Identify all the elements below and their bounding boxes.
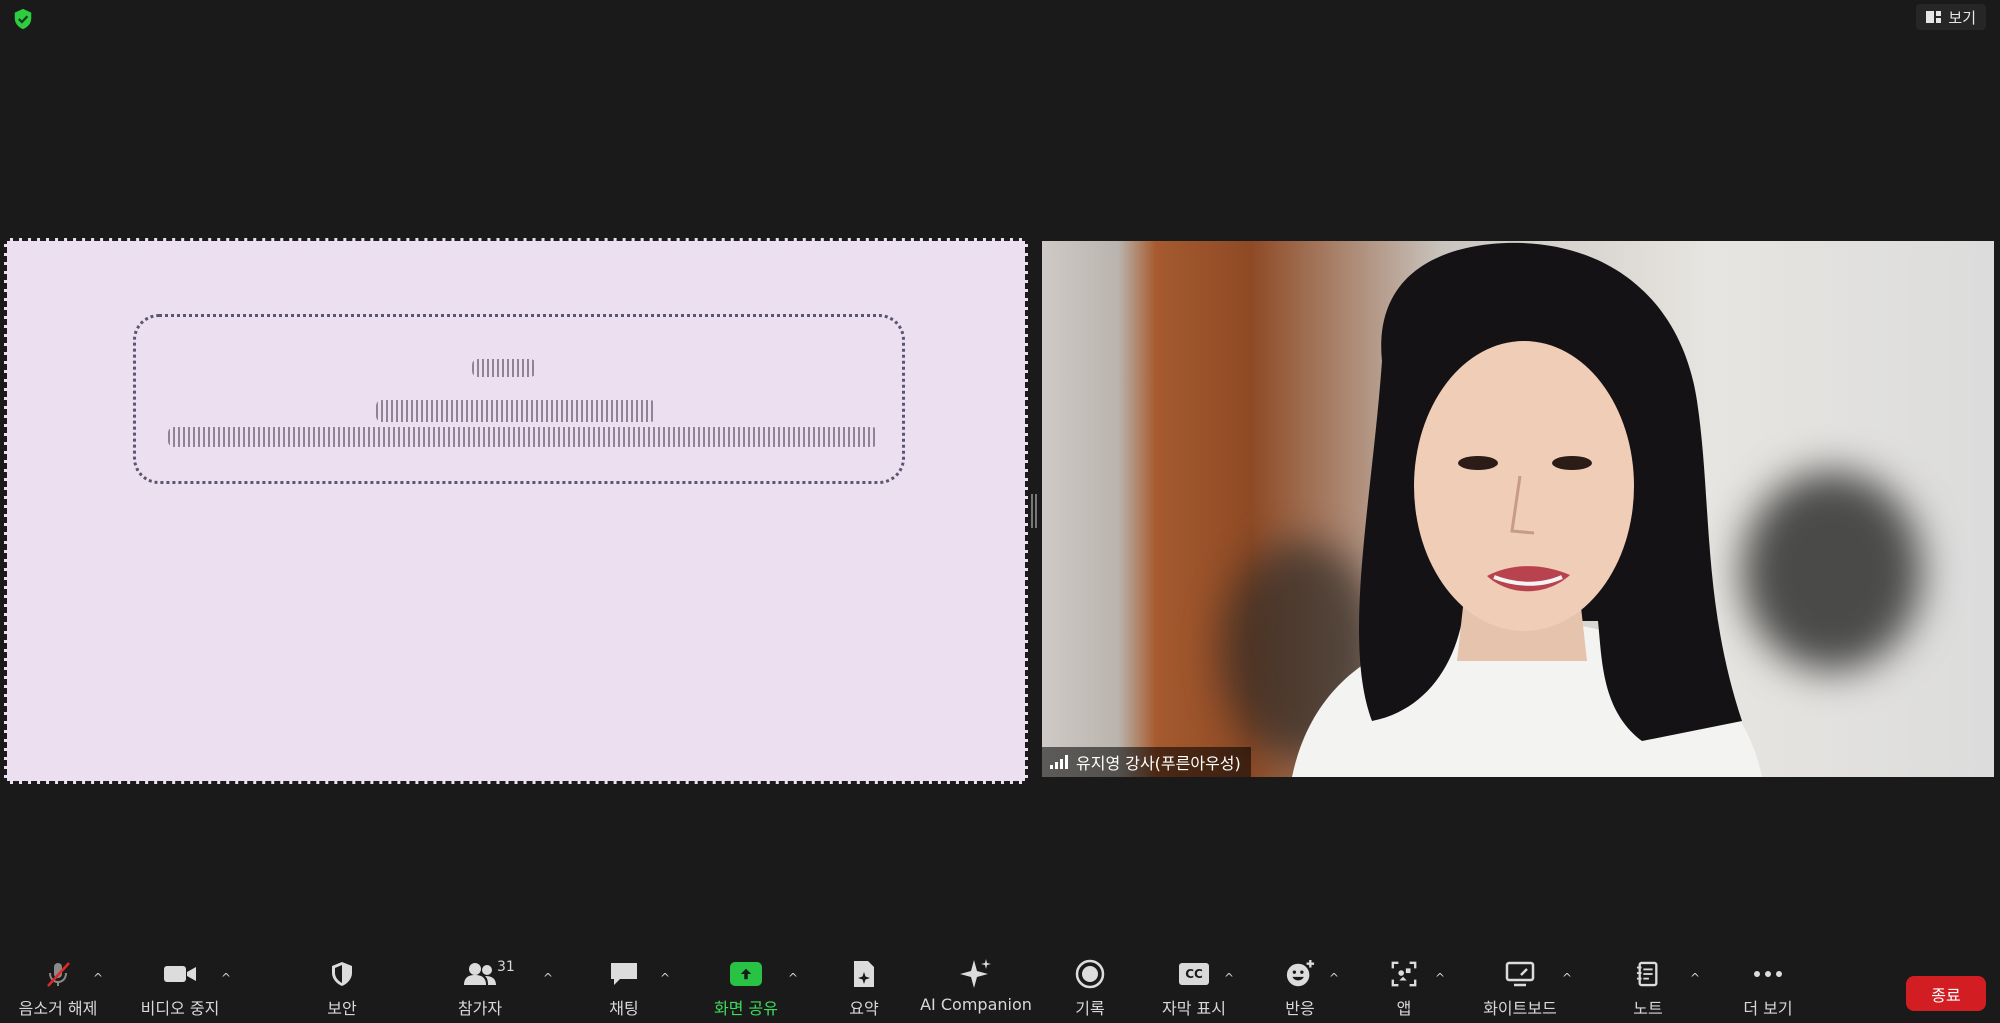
participants-options-caret[interactable]: ^ <box>541 971 555 985</box>
stop-video-button[interactable]: 비디오 중지 <box>132 955 228 1023</box>
shared-content-blur <box>472 359 536 377</box>
ai-companion-label: AI Companion <box>920 995 1032 1014</box>
video-options-caret[interactable]: ^ <box>219 971 233 985</box>
participants-label: 참가자 <box>457 999 503 1018</box>
view-label: 보기 <box>1948 8 1976 27</box>
participants-icon <box>464 963 496 985</box>
chat-label: 채팅 <box>609 999 639 1018</box>
chat-bubble-icon <box>611 963 637 985</box>
stop-video-label: 비디오 중지 <box>140 999 220 1018</box>
whiteboard-label: 화이트보드 <box>1483 999 1557 1018</box>
share-options-caret[interactable]: ^ <box>786 971 800 985</box>
summary-label: 요약 <box>849 999 879 1018</box>
video-camera-icon <box>164 966 196 982</box>
shared-content-blur <box>376 400 656 422</box>
share-screen-icon <box>730 962 762 986</box>
tile-splitter-handle[interactable] <box>1031 494 1037 528</box>
audio-options-caret[interactable]: ^ <box>91 971 105 985</box>
show-captions-button[interactable]: CC 자막 표시 <box>1156 955 1232 1023</box>
security-label: 보안 <box>327 999 357 1018</box>
participants-button[interactable]: 31 참가자 <box>448 955 515 1023</box>
apps-label: 앱 <box>1396 999 1412 1018</box>
security-button[interactable]: 보안 <box>312 955 372 1023</box>
participant-video-icon <box>1292 242 1762 777</box>
ai-sparkle-icon <box>960 959 991 988</box>
notes-label: 노트 <box>1633 999 1663 1018</box>
view-layout-icon <box>1926 11 1942 23</box>
summary-button[interactable]: 요약 <box>840 955 888 1023</box>
reactions-button[interactable]: 반응 <box>1278 955 1322 1023</box>
security-shield-icon <box>332 962 352 986</box>
whiteboard-options-caret[interactable]: ^ <box>1560 971 1574 985</box>
show-captions-label: 자막 표시 <box>1162 999 1226 1018</box>
more-button[interactable]: 더 보기 <box>1740 955 1796 1023</box>
summary-document-icon <box>854 961 874 987</box>
ai-companion-button[interactable]: AI Companion <box>920 955 1032 1023</box>
closed-captions-icon: CC <box>1179 963 1209 985</box>
participant-name-label: 유지영 강사(푸른아우성) <box>1042 747 1251 777</box>
more-dots-icon <box>1754 971 1782 977</box>
shared-screen-tile[interactable] <box>4 238 1028 784</box>
reaction-emoji-icon <box>1286 959 1315 987</box>
captions-options-caret[interactable]: ^ <box>1222 971 1236 985</box>
notes-button[interactable]: 노트 <box>1626 955 1670 1023</box>
microphone-muted-icon <box>47 962 70 987</box>
apps-options-caret[interactable]: ^ <box>1433 971 1447 985</box>
participant-name: 유지영 강사(푸른아우성) <box>1076 754 1241 773</box>
participant-video-tile[interactable]: 유지영 강사(푸른아우성) <box>1042 241 1994 777</box>
reactions-options-caret[interactable]: ^ <box>1327 971 1341 985</box>
apps-button[interactable]: 앱 <box>1384 955 1424 1023</box>
shared-content-frame <box>133 314 905 484</box>
chat-button[interactable]: 채팅 <box>594 955 654 1023</box>
unmute-label: 음소거 해제 <box>18 999 98 1018</box>
encryption-shield-icon[interactable] <box>12 8 34 30</box>
end-meeting-button[interactable]: 종료 <box>1906 976 1986 1011</box>
whiteboard-icon <box>1505 961 1535 987</box>
participants-count: 31 <box>497 959 515 975</box>
share-screen-label: 화면 공유 <box>714 999 778 1018</box>
whiteboard-button[interactable]: 화이트보드 <box>1476 955 1564 1023</box>
connection-signal-icon <box>1050 755 1068 769</box>
record-button[interactable]: 기록 <box>1066 955 1114 1023</box>
share-screen-button[interactable]: 화면 공유 <box>706 955 786 1023</box>
shared-content-blur <box>168 427 878 447</box>
chat-options-caret[interactable]: ^ <box>658 971 672 985</box>
apps-icon <box>1391 961 1417 987</box>
notes-icon <box>1636 961 1658 987</box>
meeting-toolbar: 음소거 해제 ^ 비디오 중지 ^ 보안 31 참가자 ^ 채팅 ^ 화면 공유… <box>0 955 2000 1023</box>
notes-options-caret[interactable]: ^ <box>1688 971 1702 985</box>
more-label: 더 보기 <box>1743 999 1793 1018</box>
record-label: 기록 <box>1075 999 1105 1018</box>
unmute-button[interactable]: 음소거 해제 <box>14 955 102 1023</box>
view-button[interactable]: 보기 <box>1916 4 1986 30</box>
record-icon <box>1075 959 1105 989</box>
reactions-label: 반응 <box>1285 999 1315 1018</box>
